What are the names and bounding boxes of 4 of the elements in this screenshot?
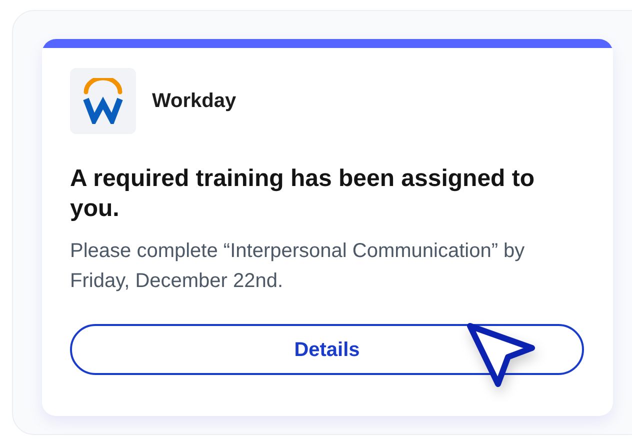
notification-title: A required training has been assigned to you. xyxy=(70,164,536,224)
app-logo-icon xyxy=(70,68,136,134)
app-name: Workday xyxy=(152,89,236,114)
notification-message: Please complete “Interpersonal Communication” by Friday, December 22nd. xyxy=(70,239,526,294)
